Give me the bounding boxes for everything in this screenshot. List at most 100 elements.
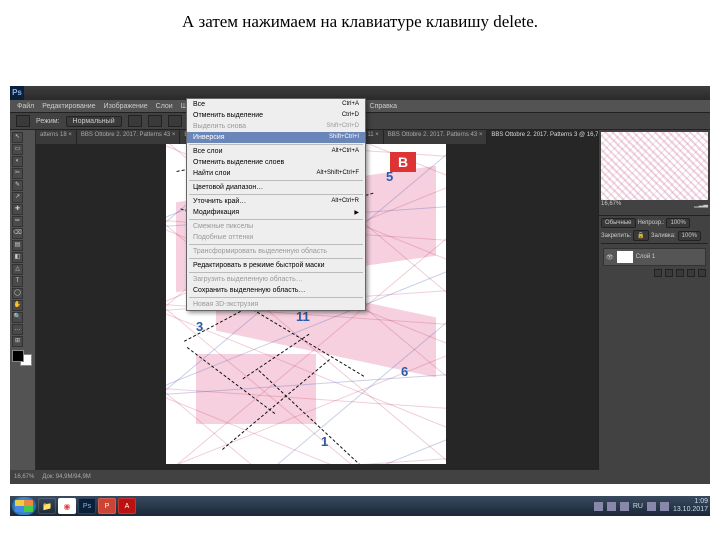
tool-button[interactable]: ✏ bbox=[12, 216, 23, 227]
menu-item[interactable]: Уточнить край…Alt+Ctrl+R bbox=[187, 196, 365, 207]
photoshop-window: Ps ФайлРедактированиеИзображениеСлоиШриф… bbox=[10, 86, 710, 484]
start-button[interactable] bbox=[12, 497, 36, 515]
status-doc-info: Док: 94,9M/94,9M bbox=[42, 474, 90, 480]
menu-справка[interactable]: Справка bbox=[367, 103, 400, 110]
tool-button[interactable]: ▭ bbox=[12, 144, 23, 155]
tool-button[interactable]: ✎ bbox=[12, 180, 23, 191]
blend-mode-dropdown[interactable]: Обычные bbox=[601, 218, 636, 228]
tray-icon[interactable] bbox=[620, 502, 629, 511]
menu-item[interactable]: Найти слоиAlt+Shift+Ctrl+F bbox=[187, 168, 365, 179]
lock-icon[interactable]: 🔒 bbox=[633, 230, 648, 241]
trash-icon[interactable] bbox=[698, 269, 706, 277]
mask-icon[interactable] bbox=[665, 269, 673, 277]
fill-value[interactable]: 100% bbox=[678, 231, 701, 241]
menu-редактирование[interactable]: Редактирование bbox=[39, 103, 98, 110]
navigator-thumb[interactable] bbox=[601, 132, 708, 200]
tool-button[interactable]: ✋ bbox=[12, 300, 23, 311]
menu-item: Трансформировать выделенную область bbox=[187, 246, 365, 257]
status-bar: 16,67% Док: 94,9M/94,9M bbox=[10, 470, 710, 484]
taskbar-explorer-icon[interactable]: 📁 bbox=[38, 498, 56, 514]
menu-файл[interactable]: Файл bbox=[14, 103, 37, 110]
windows-taskbar: 📁 ◉ Ps P A RU 1:09 13.10.2017 bbox=[10, 496, 710, 516]
tool-button[interactable]: ✚ bbox=[12, 204, 23, 215]
menu-изображение[interactable]: Изображение bbox=[101, 103, 151, 110]
tray-icon[interactable] bbox=[594, 502, 603, 511]
system-tray: RU 1:09 13.10.2017 bbox=[594, 498, 708, 514]
options-icon-3[interactable] bbox=[168, 115, 182, 127]
menu-item: Подобные оттенки bbox=[187, 232, 365, 243]
menu-item[interactable]: Отменить выделение слоев bbox=[187, 157, 365, 168]
document-tab[interactable]: BBS Ottobre 2. 2017. Patterns 43 × bbox=[77, 130, 181, 144]
opacity-label: Непрозр.: bbox=[638, 220, 665, 226]
instruction-caption: А затем нажимаем на клавиатуре клавишу d… bbox=[0, 0, 720, 38]
document-tab[interactable]: atterns 18 × bbox=[36, 130, 77, 144]
taskbar-chrome-icon[interactable]: ◉ bbox=[58, 498, 76, 514]
tool-button[interactable]: T bbox=[12, 276, 23, 287]
pattern-number: 5 bbox=[386, 169, 393, 184]
taskbar-photoshop-icon[interactable]: Ps bbox=[78, 498, 96, 514]
tools-panel: ↖▭◐✂✎↗✚✏⌫▤◧△T◯✋🔍…⊞ bbox=[10, 130, 36, 470]
tool-button[interactable]: ✂ bbox=[12, 168, 23, 179]
document-tab[interactable]: BBS Ottobre 2. 2017. Patterns 3 @ 16,7% … bbox=[487, 130, 598, 144]
taskbar-acrobat-icon[interactable]: A bbox=[118, 498, 136, 514]
tray-clock[interactable]: 1:09 13.10.2017 bbox=[673, 498, 708, 514]
layer-action-row bbox=[603, 269, 706, 277]
layers-panel: 👁 Слой 1 bbox=[601, 243, 708, 303]
tool-button[interactable]: ↖ bbox=[12, 132, 23, 143]
pattern-number: 11 bbox=[296, 309, 310, 324]
tool-button[interactable]: … bbox=[12, 324, 23, 335]
tray-volume-icon[interactable] bbox=[660, 502, 669, 511]
taskbar-powerpoint-icon[interactable]: P bbox=[98, 498, 116, 514]
menu-item[interactable]: Сохранить выделенную область… bbox=[187, 285, 365, 296]
menu-item[interactable]: Все слоиAlt+Ctrl+A bbox=[187, 146, 365, 157]
tool-button[interactable]: 🔍 bbox=[12, 312, 23, 323]
tool-button[interactable]: ◯ bbox=[12, 288, 23, 299]
tool-preset-icon[interactable] bbox=[16, 115, 30, 127]
menu-item[interactable]: ИнверсияShift+Ctrl+I bbox=[187, 132, 365, 143]
tool-button[interactable]: △ bbox=[12, 264, 23, 275]
layer-row[interactable]: 👁 Слой 1 bbox=[603, 248, 706, 266]
new-layer-icon[interactable] bbox=[687, 269, 695, 277]
opacity-value[interactable]: 100% bbox=[666, 218, 689, 228]
menu-item: Новая 3D-экструзия bbox=[187, 299, 365, 310]
tray-language[interactable]: RU bbox=[633, 503, 643, 510]
right-panels: 16,67% ▁▂▃ Обычные Непрозр.: 100% Закреп… bbox=[598, 130, 710, 470]
menu-item: Смежные пикселы bbox=[187, 221, 365, 232]
lock-label: Закрепить: bbox=[601, 233, 631, 239]
zoom-slider[interactable]: ▁▂▃ bbox=[694, 201, 708, 208]
color-swatch[interactable] bbox=[12, 350, 32, 366]
mode-label: Режим: bbox=[36, 118, 60, 125]
tray-icon[interactable] bbox=[607, 502, 616, 511]
navigator-panel: 16,67% ▁▂▃ bbox=[599, 130, 710, 216]
selection-menu-dropdown: ВсеCtrl+AОтменить выделениеCtrl+DВыделит… bbox=[186, 98, 366, 311]
menu-item[interactable]: Цветовой диапазон… bbox=[187, 182, 365, 193]
photoshop-logo-icon: Ps bbox=[10, 86, 24, 100]
tool-button[interactable]: ⊞ bbox=[12, 336, 23, 347]
tool-button[interactable]: ↗ bbox=[12, 192, 23, 203]
fx-icon[interactable] bbox=[654, 269, 662, 277]
tray-network-icon[interactable] bbox=[647, 502, 656, 511]
options-icon-2[interactable] bbox=[148, 115, 162, 127]
layer-properties: Обычные Непрозр.: 100% Закрепить: 🔒 Зали… bbox=[599, 216, 710, 470]
zoom-value: 16,67% bbox=[601, 201, 621, 208]
pattern-number: 3 bbox=[196, 319, 203, 334]
pattern-number: 6 bbox=[401, 364, 408, 379]
tool-button[interactable]: ◐ bbox=[12, 156, 23, 167]
mode-dropdown[interactable]: Нормальный bbox=[66, 116, 122, 127]
menu-item[interactable]: Модификация▶ bbox=[187, 207, 365, 218]
menu-item: Загрузить выделенную область… bbox=[187, 274, 365, 285]
options-icon-1[interactable] bbox=[128, 115, 142, 127]
menu-item[interactable]: Отменить выделениеCtrl+D bbox=[187, 110, 365, 121]
document-tab[interactable]: BBS Ottobre 2. 2017. Patterns 43 × bbox=[384, 130, 488, 144]
menu-item: Выделить сноваShift+Ctrl+D bbox=[187, 121, 365, 132]
menu-item[interactable]: ВсеCtrl+A bbox=[187, 99, 365, 110]
menu-item[interactable]: Редактировать в режиме быстрой маски bbox=[187, 260, 365, 271]
tool-button[interactable]: ⌫ bbox=[12, 228, 23, 239]
tool-button[interactable]: ◧ bbox=[12, 252, 23, 263]
status-zoom: 16,67% bbox=[14, 474, 34, 480]
pattern-number: 1 bbox=[321, 434, 328, 449]
tool-button[interactable]: ▤ bbox=[12, 240, 23, 251]
folder-icon[interactable] bbox=[676, 269, 684, 277]
menu-слои[interactable]: Слои bbox=[153, 103, 176, 110]
visibility-icon[interactable]: 👁 bbox=[606, 254, 614, 261]
